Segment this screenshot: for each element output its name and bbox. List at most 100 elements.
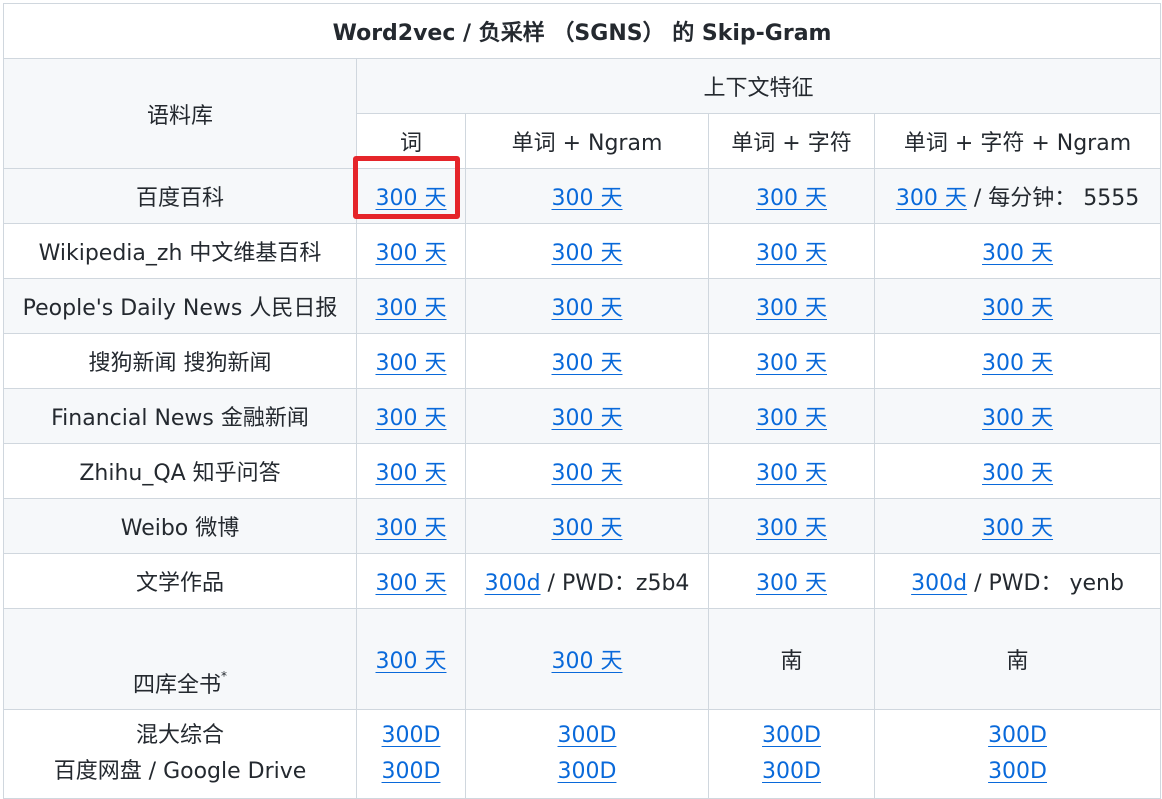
download-link[interactable]: 300 天 <box>756 571 827 596</box>
password-note: / PWD：z5b4 <box>540 571 690 596</box>
cell-word-ngram: 300D 300D <box>465 709 709 799</box>
download-link[interactable]: 300 天 <box>982 406 1053 431</box>
cell-word-char: 300 天 <box>708 278 875 334</box>
corpus-name: Zhihu_QA 知乎问答 <box>3 443 357 499</box>
column-header-word-ngram: 单词 + Ngram <box>465 113 709 169</box>
download-link[interactable]: 300 天 <box>552 461 623 486</box>
download-link[interactable]: 300 天 <box>552 241 623 266</box>
baidu-pan-link[interactable]: 300D <box>470 718 704 754</box>
download-link[interactable]: 300 天 <box>376 351 447 376</box>
download-link[interactable]: 300 天 <box>982 516 1053 541</box>
download-link[interactable]: 300 天 <box>376 296 447 321</box>
table-row: 搜狗新闻 搜狗新闻 300 天 300 天 300 天 300 天 <box>3 333 1162 389</box>
download-link[interactable]: 300 天 <box>756 406 827 431</box>
baidu-pan-link[interactable]: 300D <box>713 718 870 754</box>
table-row: Wikipedia_zh 中文维基百科 300 天 300 天 300 天 30… <box>3 223 1162 279</box>
cell-word-ngram: 300 天 <box>465 443 709 499</box>
cell-word-char: 300 天 <box>708 498 875 554</box>
baidu-pan-link[interactable]: 300D <box>879 718 1156 754</box>
corpus-name: 百度百科 <box>3 168 357 224</box>
corpus-name: 搜狗新闻 搜狗新闻 <box>3 333 357 389</box>
cell-word-ngram: 300 天 <box>465 333 709 389</box>
cell-word-ngram: 300d / PWD：z5b4 <box>465 553 709 609</box>
cell-word-ngram: 300 天 <box>465 388 709 444</box>
cell-word-char-ngram: 300 天 <box>873 278 1162 334</box>
download-link[interactable]: 300 天 <box>756 241 827 266</box>
google-drive-link[interactable]: 300D <box>879 754 1156 790</box>
corpus-name: People's Daily News 人民日报 <box>3 278 357 334</box>
cell-word-char-ngram: 300 天 <box>873 333 1162 389</box>
cell-word-char-ngram: 南 <box>873 608 1162 710</box>
google-drive-link[interactable]: 300D <box>470 754 704 790</box>
table-row: 百度百科 300 天 300 天 300 天 300 天 / 每分钟： 5555 <box>3 168 1162 224</box>
cell-word: 300 天 <box>356 223 466 279</box>
download-link[interactable]: 300 天 <box>756 186 827 211</box>
cell-word-ngram: 300 天 <box>465 168 709 224</box>
cell-word-ngram: 300 天 <box>465 278 709 334</box>
column-header-word: 词 <box>356 113 466 169</box>
download-link[interactable]: 300 天 <box>982 241 1053 266</box>
google-drive-link[interactable]: 300D <box>713 754 870 790</box>
cell-word-ngram: 300 天 <box>465 608 709 710</box>
download-link[interactable]: 300 天 <box>376 649 447 674</box>
cell-word-char: 300 天 <box>708 443 875 499</box>
cell-word-char: 300 天 <box>708 553 875 609</box>
corpus-name-line: 混大综合 <box>135 723 224 748</box>
table-row: People's Daily News 人民日报 300 天 300 天 300… <box>3 278 1162 334</box>
download-link[interactable]: 300 天 <box>552 351 623 376</box>
cell-word: 300 天 <box>356 388 466 444</box>
download-link[interactable]: 300 天 <box>552 186 623 211</box>
download-link[interactable]: 300d <box>911 571 967 596</box>
download-link[interactable]: 300 天 <box>982 461 1053 486</box>
cell-word-char-ngram: 300 天 <box>873 498 1162 554</box>
download-link[interactable]: 300 天 <box>552 516 623 541</box>
corpus-name: 混大综合 百度网盘 / Google Drive <box>3 709 357 799</box>
table-row: 四库全书* 300 天 300 天 南 南 <box>3 608 1162 710</box>
download-link[interactable]: 300 天 <box>756 461 827 486</box>
download-link[interactable]: 300 天 <box>756 516 827 541</box>
cell-word: 300 天 <box>356 278 466 334</box>
column-header-word-char: 单词 + 字符 <box>708 113 875 169</box>
embeddings-table: Word2vec / 负采样 （SGNS） 的 Skip-Gram 语料库 上下… <box>2 3 1162 799</box>
cell-word-char-ngram: 300 天 / 每分钟： 5555 <box>873 168 1162 224</box>
download-link[interactable]: 300 天 <box>756 351 827 376</box>
cell-word-char: 300 天 <box>708 388 875 444</box>
download-link[interactable]: 300 天 <box>376 186 447 211</box>
download-link[interactable]: 300 天 <box>552 296 623 321</box>
cell-word-char-ngram: 300 天 <box>873 388 1162 444</box>
download-link[interactable]: 300 天 <box>376 241 447 266</box>
download-link[interactable]: 300 天 <box>376 516 447 541</box>
google-drive-link[interactable]: 300D <box>361 754 461 790</box>
corpus-name: Wikipedia_zh 中文维基百科 <box>3 223 357 279</box>
download-link[interactable]: 300d <box>485 571 541 596</box>
download-link[interactable]: 300 天 <box>552 649 623 674</box>
download-link[interactable]: 300 天 <box>756 296 827 321</box>
download-link[interactable]: 300 天 <box>376 461 447 486</box>
cell-word-char-ngram: 300 天 <box>873 223 1162 279</box>
download-link[interactable]: 300 天 <box>982 296 1053 321</box>
table-row: Financial News 金融新闻 300 天 300 天 300 天 30… <box>3 388 1162 444</box>
cell-word-char: 300 天 <box>708 223 875 279</box>
download-link[interactable]: 300 天 <box>376 406 447 431</box>
cell-word: 300 天 <box>356 333 466 389</box>
download-link[interactable]: 300 天 <box>896 186 967 211</box>
corpus-name: 四库全书* <box>3 608 357 710</box>
download-link[interactable]: 300 天 <box>376 571 447 596</box>
cell-word: 300 天 <box>356 498 466 554</box>
cell-word-char: 300 天 <box>708 333 875 389</box>
cell-word-char: 300D 300D <box>708 709 875 799</box>
column-header-word-char-ngram: 单词 + 字符 + Ngram <box>873 113 1162 169</box>
download-link[interactable]: 300 天 <box>982 351 1053 376</box>
cell-word-ngram: 300 天 <box>465 223 709 279</box>
baidu-pan-link[interactable]: 300D <box>361 718 461 754</box>
download-link[interactable]: 300 天 <box>552 406 623 431</box>
cell-word: 300 天 <box>356 168 466 224</box>
cell-word: 300 天 <box>356 443 466 499</box>
corpus-name: Weibo 微博 <box>3 498 357 554</box>
corpus-header: 语料库 <box>3 58 357 169</box>
corpus-name: 文学作品 <box>3 553 357 609</box>
corpus-name-text: 四库全书 <box>132 673 221 698</box>
cell-word: 300 天 <box>356 608 466 710</box>
cell-word-char-ngram: 300d / PWD： yenb <box>873 553 1162 609</box>
table-row: Weibo 微博 300 天 300 天 300 天 300 天 <box>3 498 1162 554</box>
